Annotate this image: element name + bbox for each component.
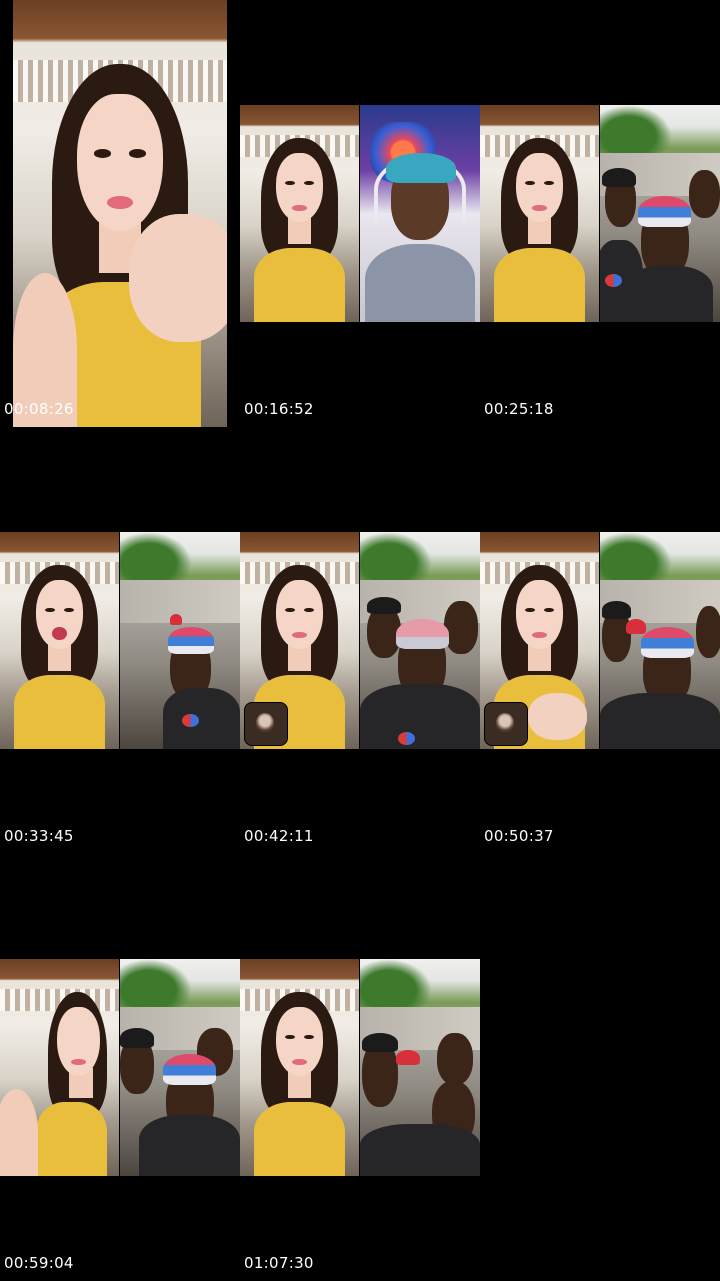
frame-split-view: [480, 105, 720, 322]
timestamp-label: 00:16:52: [244, 400, 314, 418]
frame-split-view: [240, 105, 480, 322]
panel-group: [360, 959, 480, 1176]
frame-split-view: [0, 532, 240, 749]
video-thumbnail[interactable]: 00:33:45: [0, 427, 240, 854]
timestamp-label: 00:25:18: [484, 400, 554, 418]
video-thumbnail[interactable]: 00:42:11: [240, 427, 480, 854]
video-thumbnail[interactable]: 00:59:04: [0, 854, 240, 1281]
panel-woman: [240, 105, 359, 322]
timestamp-label: 01:07:30: [244, 1254, 314, 1272]
timestamp-label: 00:42:11: [244, 827, 314, 845]
frame-split-view: [240, 959, 480, 1176]
frame-split-view: [0, 959, 240, 1176]
panel-streamer: [360, 105, 480, 322]
pip-overlay[interactable]: [245, 703, 287, 745]
avatar-icon: [256, 713, 274, 733]
video-thumbnail[interactable]: 01:07:30: [240, 854, 480, 1281]
video-thumbnail[interactable]: 00:08:26: [0, 0, 240, 427]
panel-group: [360, 532, 480, 749]
video-thumbnail[interactable]: 00:16:52: [240, 0, 480, 427]
video-thumbnail[interactable]: 00:25:18: [480, 0, 720, 427]
panel-woman: [240, 532, 359, 749]
panel-woman: [0, 959, 119, 1176]
panel-woman: [480, 105, 599, 322]
panel-group: [120, 959, 240, 1176]
timestamp-label: 00:59:04: [4, 1254, 74, 1272]
frame-split-view: [480, 532, 720, 749]
timestamp-label: 00:33:45: [4, 827, 74, 845]
frame-split-view: [240, 532, 480, 749]
panel-woman: [0, 532, 119, 749]
avatar-icon: [496, 713, 514, 733]
pip-overlay[interactable]: [485, 703, 527, 745]
timestamp-label: 00:50:37: [484, 827, 554, 845]
frame-woman-livestream: [13, 0, 227, 427]
panel-woman: [240, 959, 359, 1176]
panel-group: [600, 532, 720, 749]
video-thumbnail[interactable]: 00:50:37: [480, 427, 720, 854]
panel-group: [600, 105, 720, 322]
panel-woman: [480, 532, 599, 749]
panel-group: [120, 532, 240, 749]
timestamp-label: 00:08:26: [4, 400, 74, 418]
